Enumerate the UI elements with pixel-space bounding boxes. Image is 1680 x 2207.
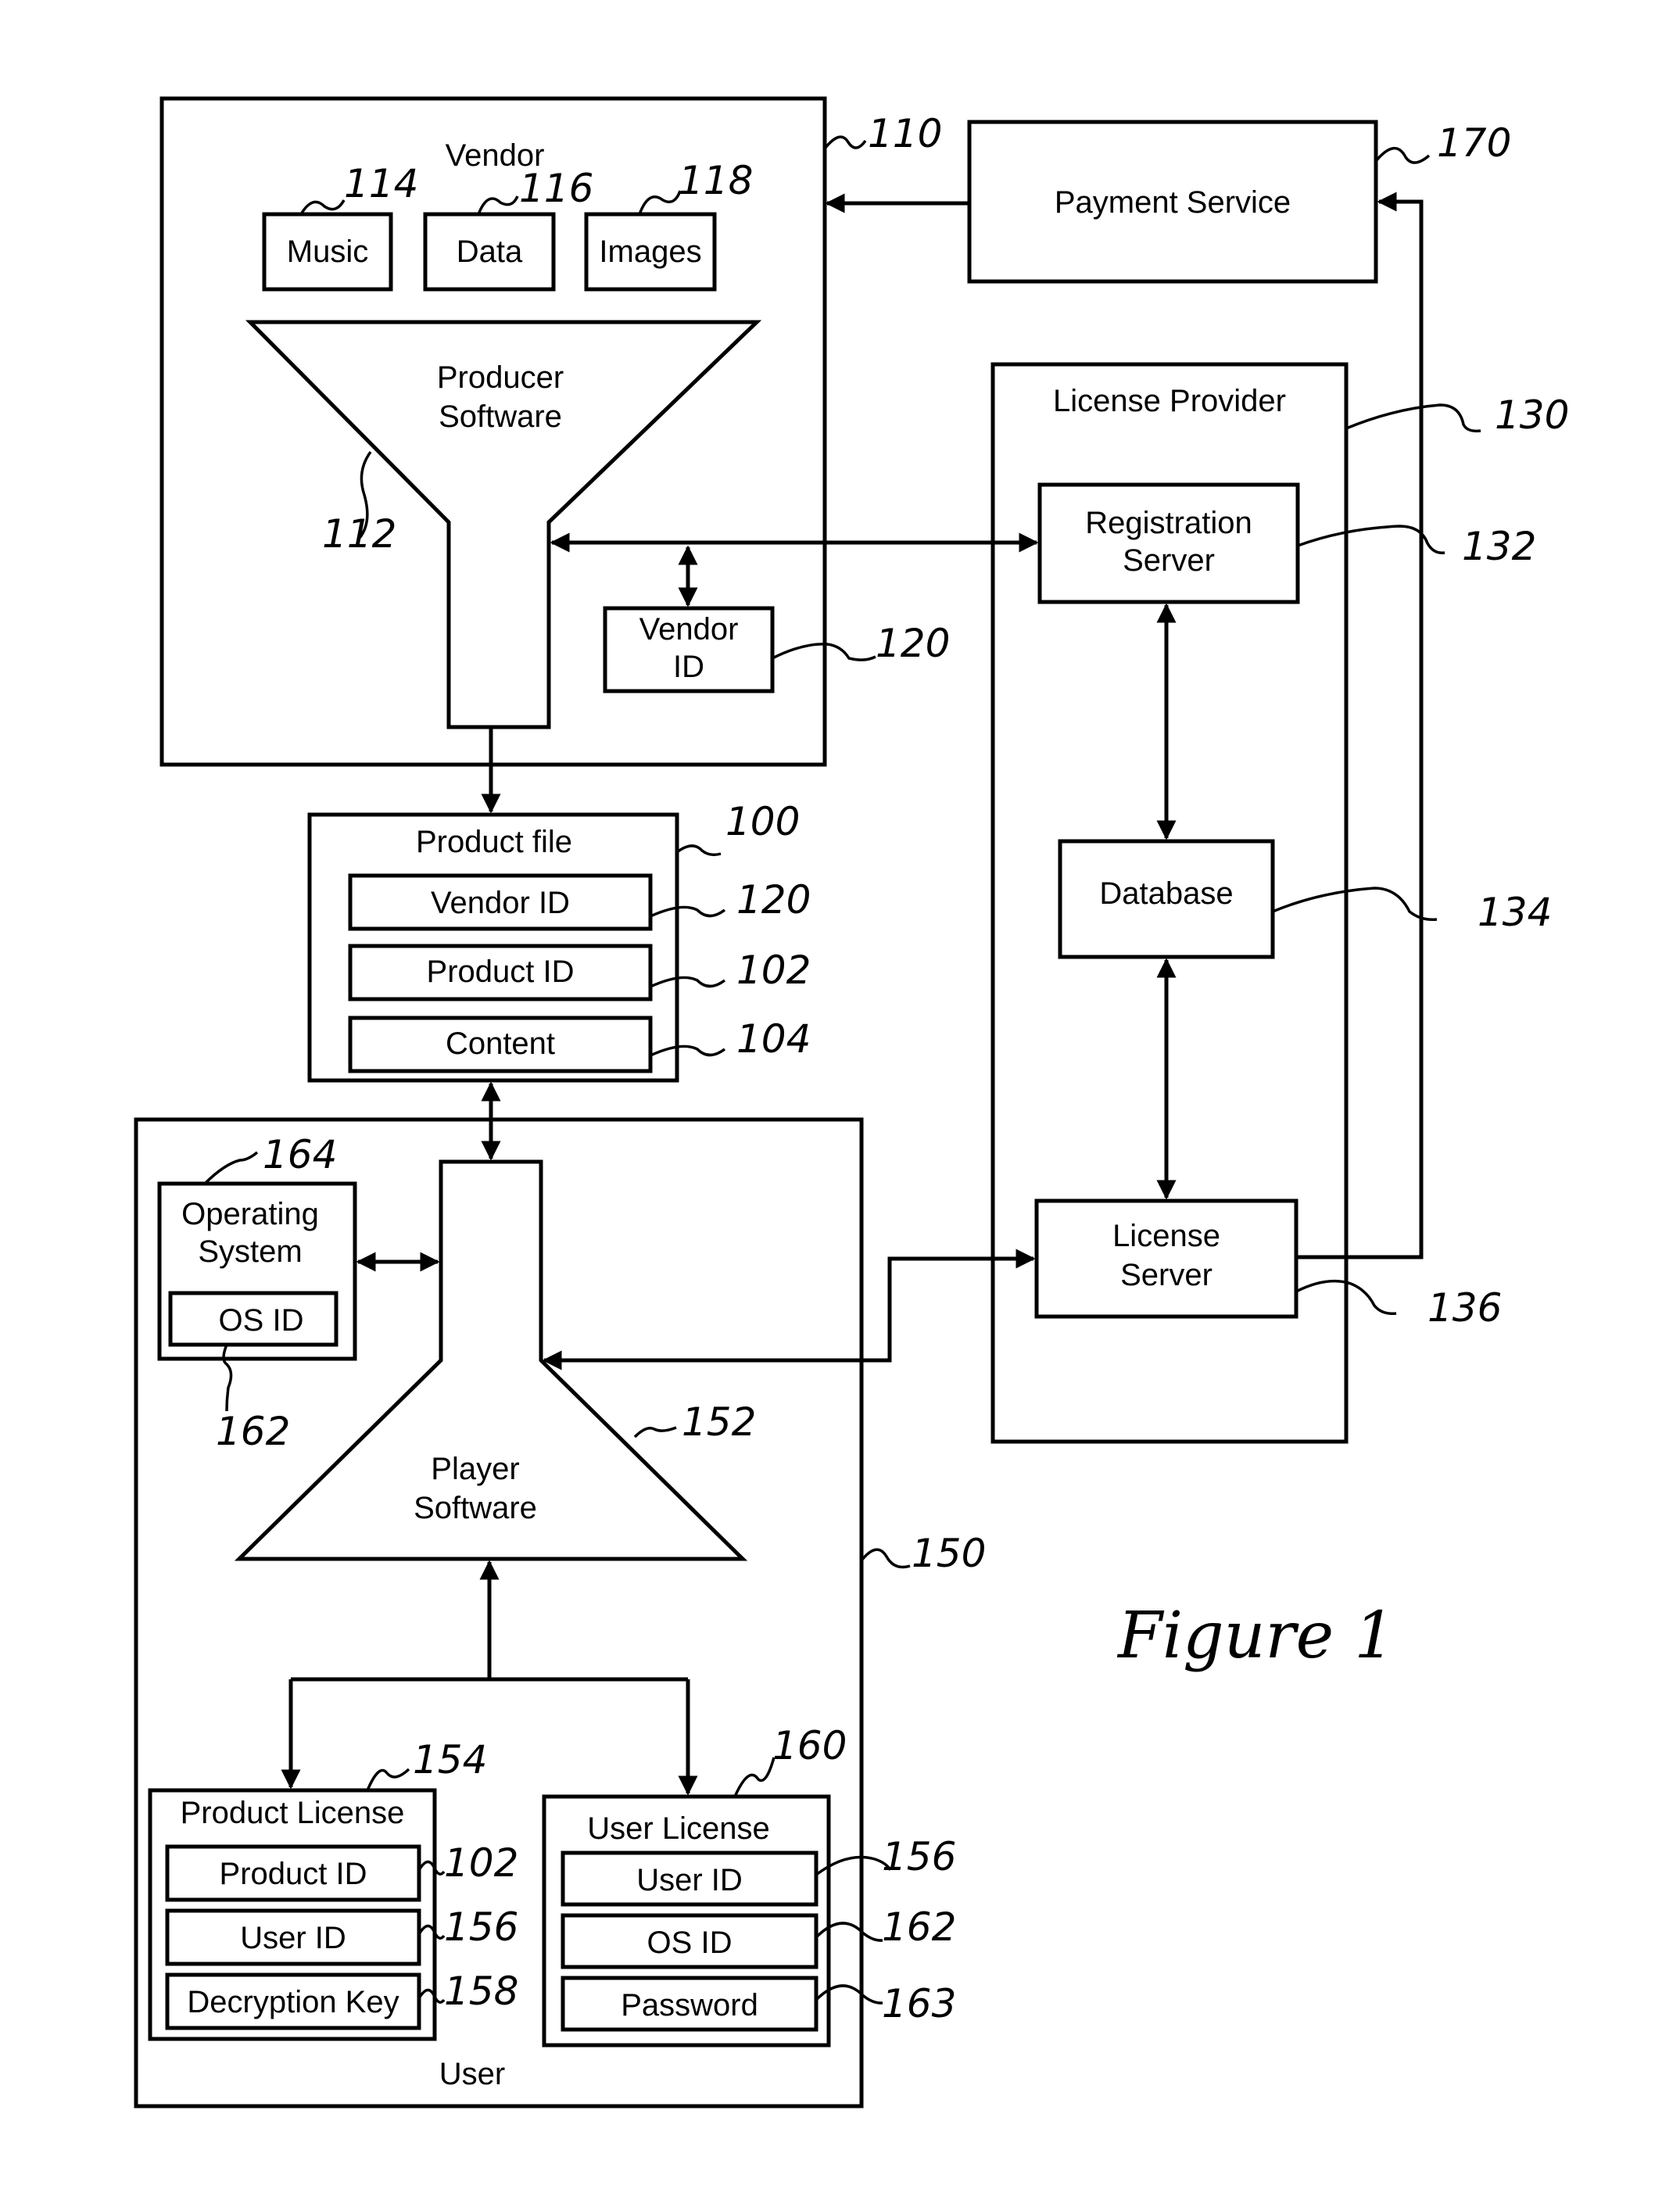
operating-system-line2: System	[198, 1234, 302, 1269]
music-label: Music	[287, 235, 368, 269]
data-label: Data	[457, 235, 523, 269]
product-license-field-label: Decryption Key	[187, 1985, 399, 2019]
os-id-label: OS ID	[219, 1303, 304, 1338]
user-license-field-ref: 162	[882, 1904, 956, 1950]
user-license-field-label: User ID	[636, 1863, 743, 1897]
vendor-block: Vendor Music 114 Data 116 Images 118 Pro…	[159, 96, 950, 767]
images-ref: 118	[679, 158, 753, 203]
license-server-line1: License	[1112, 1219, 1220, 1253]
data-ref: 116	[519, 166, 593, 211]
music-ref: 114	[344, 161, 418, 206]
player-software-ref: 152	[682, 1399, 756, 1445]
user-license-field: Password 163	[561, 1976, 956, 2032]
license-server: License Server 136	[1034, 1198, 1502, 1331]
license-provider-label: License Provider	[1053, 384, 1286, 418]
operating-system-ref: 164	[263, 1132, 337, 1177]
product-file-ref: 100	[725, 799, 800, 844]
user-license-field-label: Password	[621, 1988, 758, 2022]
payment-service-label: Payment Service	[1055, 185, 1291, 220]
user-license-ref: 160	[772, 1723, 847, 1768]
player-software-line2: Software	[414, 1491, 537, 1525]
product-file-field: Product ID 102	[348, 944, 811, 1001]
product-license-field-label: User ID	[240, 1921, 346, 1955]
product-file-field: Content 104	[348, 1016, 811, 1073]
registration-server: Registration Server 132	[1037, 482, 1536, 604]
user-ref: 150	[912, 1531, 986, 1576]
product-file-block: Product file 100 Vendor ID 120 Product I…	[307, 799, 811, 1083]
vendor-ref: 110	[868, 111, 942, 156]
producer-software-line1: Producer	[437, 360, 564, 395]
license-server-ref: 136	[1427, 1285, 1502, 1331]
figure-1-diagram: Vendor Music 114 Data 116 Images 118 Pro…	[134, 96, 1569, 2108]
user-license-field-ref: 163	[882, 1981, 956, 2026]
database-ref: 134	[1478, 890, 1552, 935]
payment-service-leader	[1374, 147, 1431, 164]
product-file-field-label: Product ID	[427, 955, 575, 989]
registration-server-line1: Registration	[1085, 506, 1252, 540]
figure-title: Figure 1	[1116, 1599, 1395, 1673]
images-label: Images	[599, 235, 701, 269]
producer-software-line2: Software	[439, 399, 562, 434]
product-file-field-ref: 102	[736, 948, 811, 993]
payment-service-ref: 170	[1437, 120, 1511, 166]
user-license-field-label: OS ID	[647, 1926, 733, 1960]
registration-server-ref: 132	[1462, 524, 1536, 569]
product-file-leader	[675, 844, 722, 857]
registration-server-line2: Server	[1123, 543, 1215, 578]
user-leader	[860, 1548, 911, 1569]
product-file-field-ref: 104	[736, 1016, 811, 1062]
license-server-line2: Server	[1120, 1258, 1213, 1292]
license-provider-ref: 130	[1495, 392, 1569, 438]
vendor-id-ref: 120	[876, 621, 950, 666]
producer-software-ref: 112	[322, 511, 396, 557]
license-provider-block: License Provider 130 Registration Server…	[990, 362, 1569, 1444]
user-license-label: User License	[587, 1811, 769, 1846]
product-license-field-ref: 102	[444, 1840, 518, 1886]
vendor-id-line1: Vendor	[639, 612, 739, 647]
os-id-ref: 162	[216, 1409, 290, 1454]
product-license-field-ref: 156	[444, 1904, 518, 1950]
user-block: User 150 Operating System 164 OS ID 162 …	[134, 1117, 986, 2108]
product-file-field: Vendor ID 120	[348, 873, 811, 931]
user-license-field-ref: 156	[882, 1834, 956, 1879]
product-license-ref: 154	[413, 1737, 487, 1782]
product-file-field-label: Vendor ID	[431, 886, 570, 920]
product-file-field-label: Content	[446, 1026, 555, 1061]
payment-service-block: Payment Service 170	[967, 120, 1511, 284]
license-provider-leader	[1345, 403, 1481, 433]
user-license-field: OS ID 162	[561, 1904, 956, 1969]
product-license-field-label: Product ID	[220, 1857, 367, 1891]
product-file-label: Product file	[416, 825, 572, 859]
player-software-line1: Player	[431, 1452, 519, 1486]
product-license-label: Product License	[181, 1796, 405, 1830]
user-label: User	[439, 2057, 505, 2091]
vendor-leader	[823, 135, 867, 150]
product-file-field-ref: 120	[736, 877, 811, 923]
vendor-id-line2: ID	[673, 650, 704, 684]
operating-system-line1: Operating	[181, 1197, 319, 1231]
database-label: Database	[1099, 876, 1233, 911]
product-license-field-ref: 158	[444, 1969, 518, 2014]
